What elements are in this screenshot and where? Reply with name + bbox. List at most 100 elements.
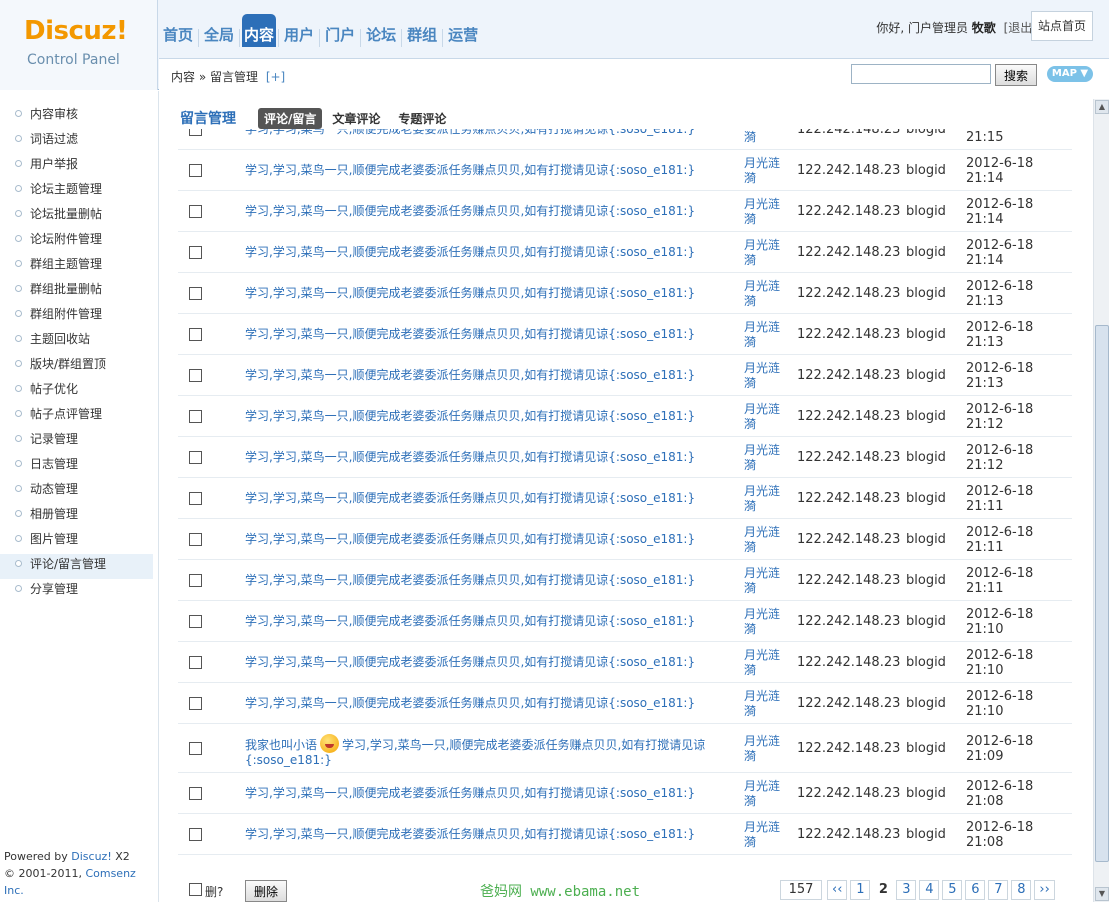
site-home-button[interactable]: 站点首页 (1031, 11, 1093, 41)
sidebar-item[interactable]: 论坛附件管理 (0, 229, 158, 254)
tab-0[interactable]: 评论/留言 (258, 107, 323, 129)
search-input[interactable] (851, 64, 991, 84)
row-checkbox[interactable] (189, 828, 202, 841)
comment-author[interactable]: 月光涟漪 (744, 607, 784, 637)
page-link[interactable]: 3 (896, 880, 917, 900)
comment-author[interactable]: 月光涟漪 (744, 525, 784, 555)
page-link[interactable]: 6 (965, 880, 986, 900)
page-link[interactable]: 7 (988, 880, 1009, 900)
scroll-down-arrow-icon[interactable]: ▼ (1095, 887, 1109, 901)
comment-author[interactable]: 月光涟漪 (744, 402, 784, 432)
comment-message[interactable]: 学习,学习,菜鸟一只,顺便完成老婆委派任务赚点贝贝,如有打搅请见谅{:soso_… (245, 368, 725, 383)
tab-1[interactable]: 文章评论 (332, 110, 380, 127)
map-button[interactable]: MAP ▼ (1047, 66, 1093, 82)
nav-item-3[interactable]: 用户 (281, 14, 317, 47)
sidebar-item[interactable]: 分享管理 (0, 579, 158, 604)
comment-author[interactable]: 月光涟漪 (744, 443, 784, 473)
row-checkbox[interactable] (189, 451, 202, 464)
comment-author[interactable]: 月光涟漪 (744, 779, 784, 809)
sidebar-item[interactable]: 论坛批量删帖 (0, 204, 158, 229)
discuz-link[interactable]: Discuz! (71, 850, 111, 863)
row-checkbox[interactable] (189, 533, 202, 546)
comment-message[interactable]: 我家也叫小语 学习,学习,菜鸟一只,顺便完成老婆委派任务赚点贝贝,如有打搅请见谅{… (245, 734, 725, 768)
sidebar-item[interactable]: 内容审核 (0, 104, 158, 129)
comment-message[interactable]: 学习,学习,菜鸟一只,顺便完成老婆委派任务赚点贝贝,如有打搅请见谅{:soso_… (245, 245, 725, 260)
delete-button[interactable]: 删除 (245, 880, 287, 902)
page-link[interactable]: 1 (850, 880, 871, 900)
row-checkbox[interactable] (189, 287, 202, 300)
row-checkbox[interactable] (189, 369, 202, 382)
page-link[interactable]: 5 (942, 880, 963, 900)
comment-message[interactable]: 学习,学习,菜鸟一只,顺便完成老婆委派任务赚点贝贝,如有打搅请见谅{:soso_… (245, 204, 725, 219)
row-checkbox[interactable] (189, 205, 202, 218)
comment-author[interactable]: 月光涟漪 (744, 361, 784, 391)
tab-2[interactable]: 专题评论 (398, 110, 446, 127)
comment-message[interactable]: 学习,学习,菜鸟一只,顺便完成老婆委派任务赚点贝贝,如有打搅请见谅{:soso_… (245, 286, 725, 301)
username[interactable]: 牧歌 (972, 21, 996, 35)
comment-message[interactable]: 学习,学习,菜鸟一只,顺便完成老婆委派任务赚点贝贝,如有打搅请见谅{:soso_… (245, 614, 725, 629)
comment-message[interactable]: 学习,学习,菜鸟一只,顺便完成老婆委派任务赚点贝贝,如有打搅请见谅{:soso_… (245, 409, 725, 424)
comment-author[interactable]: 月光涟漪 (744, 820, 784, 850)
comment-author[interactable]: 月光涟漪 (744, 238, 784, 268)
comment-message[interactable]: 学习,学习,菜鸟一只,顺便完成老婆委派任务赚点贝贝,如有打搅请见谅{:soso_… (245, 163, 725, 178)
sidebar-item[interactable]: 群组批量删帖 (0, 279, 158, 304)
sidebar-item[interactable]: 用户举报 (0, 154, 158, 179)
row-checkbox[interactable] (189, 574, 202, 587)
row-checkbox[interactable] (189, 697, 202, 710)
comment-message[interactable]: 学习,学习,菜鸟一只,顺便完成老婆委派任务赚点贝贝,如有打搅请见谅{:soso_… (245, 450, 725, 465)
sidebar-item[interactable]: 评论/留言管理 (0, 554, 153, 579)
comment-message[interactable]: 学习,学习,菜鸟一只,顺便完成老婆委派任务赚点贝贝,如有打搅请见谅{:soso_… (245, 491, 725, 506)
comment-author[interactable]: 月光涟漪 (744, 689, 784, 719)
nav-item-5[interactable]: 论坛 (363, 14, 399, 47)
add-shortcut-link[interactable]: [+] (266, 70, 285, 84)
sidebar-item[interactable]: 图片管理 (0, 529, 158, 554)
sidebar-item[interactable]: 主题回收站 (0, 329, 158, 354)
comment-message[interactable]: 学习,学习,菜鸟一只,顺便完成老婆委派任务赚点贝贝,如有打搅请见谅{:soso_… (245, 532, 725, 547)
page-next-button[interactable]: ›› (1034, 880, 1055, 900)
comment-message[interactable]: 学习,学习,菜鸟一只,顺便完成老婆委派任务赚点贝贝,如有打搅请见谅{:soso_… (245, 129, 725, 137)
row-checkbox[interactable] (189, 492, 202, 505)
comment-message[interactable]: 学习,学习,菜鸟一只,顺便完成老婆委派任务赚点贝贝,如有打搅请见谅{:soso_… (245, 327, 725, 342)
sidebar-item[interactable]: 记录管理 (0, 429, 158, 454)
row-checkbox[interactable] (189, 787, 202, 800)
comment-author[interactable]: 月光涟漪 (744, 484, 784, 514)
nav-item-4[interactable]: 门户 (322, 14, 358, 47)
comment-message[interactable]: 学习,学习,菜鸟一只,顺便完成老婆委派任务赚点贝贝,如有打搅请见谅{:soso_… (245, 696, 725, 711)
comment-author[interactable]: 月光涟漪 (744, 156, 784, 186)
nav-item-0[interactable]: 首页 (160, 14, 196, 47)
sidebar-item[interactable]: 动态管理 (0, 479, 158, 504)
nav-item-1[interactable]: 全局 (201, 14, 237, 47)
row-checkbox[interactable] (189, 656, 202, 669)
logo[interactable]: Discuz! Control Panel (0, 0, 158, 90)
comment-author[interactable]: 月光涟漪 (744, 279, 784, 309)
page-link[interactable]: 8 (1011, 880, 1032, 900)
scroll-up-arrow-icon[interactable]: ▲ (1095, 100, 1109, 114)
row-checkbox[interactable] (189, 328, 202, 341)
sidebar-item[interactable]: 词语过滤 (0, 129, 158, 154)
comment-message[interactable]: 学习,学习,菜鸟一只,顺便完成老婆委派任务赚点贝贝,如有打搅请见谅{:soso_… (245, 786, 725, 801)
sidebar-item[interactable]: 帖子优化 (0, 379, 158, 404)
row-checkbox[interactable] (189, 246, 202, 259)
nav-item-7[interactable]: 运营 (445, 14, 481, 47)
sidebar-item[interactable]: 相册管理 (0, 504, 158, 529)
comment-author[interactable]: 月光涟漪 (744, 648, 784, 678)
row-checkbox[interactable] (189, 742, 202, 755)
sidebar-item[interactable]: 帖子点评管理 (0, 404, 158, 429)
page-link[interactable]: 4 (919, 880, 940, 900)
sidebar-item[interactable]: 日志管理 (0, 454, 158, 479)
row-checkbox[interactable] (189, 615, 202, 628)
row-checkbox[interactable] (189, 410, 202, 423)
search-button[interactable]: 搜索 (995, 64, 1037, 86)
sidebar-item[interactable]: 版块/群组置顶 (0, 354, 158, 379)
comment-author[interactable]: 月光涟漪 (744, 320, 784, 350)
select-all-checkbox[interactable] (189, 883, 202, 896)
sidebar-item[interactable]: 论坛主题管理 (0, 179, 158, 204)
comment-author[interactable]: 月光涟漪 (744, 734, 784, 764)
vertical-scrollbar[interactable]: ▲ ▼ (1093, 99, 1109, 902)
comment-message[interactable]: 学习,学习,菜鸟一只,顺便完成老婆委派任务赚点贝贝,如有打搅请见谅{:soso_… (245, 573, 725, 588)
nav-item-6[interactable]: 群组 (404, 14, 440, 47)
comment-author[interactable]: 月光涟漪 (744, 129, 784, 145)
comment-author[interactable]: 月光涟漪 (744, 197, 784, 227)
sidebar-item[interactable]: 群组主题管理 (0, 254, 158, 279)
sidebar-item[interactable]: 群组附件管理 (0, 304, 158, 329)
